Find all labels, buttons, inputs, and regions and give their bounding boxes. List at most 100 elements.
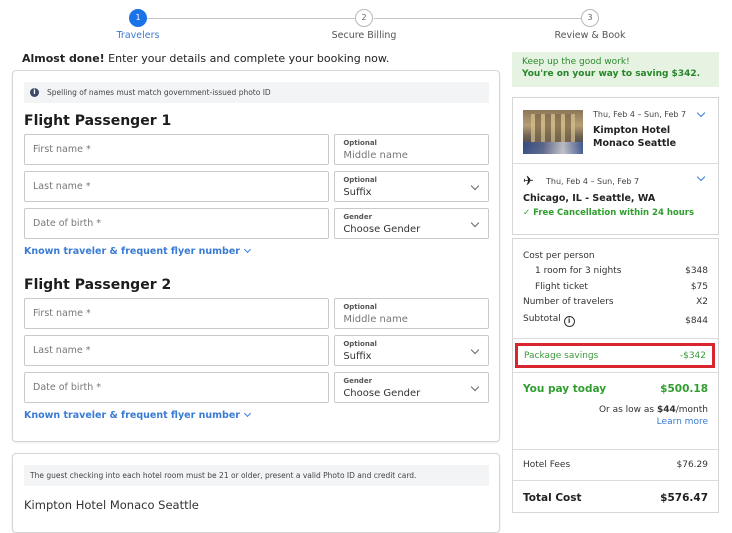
step-secure-billing[interactable]: 2 Secure Billing (304, 8, 424, 41)
suffix-value: Suffix (343, 187, 372, 198)
passenger-2-title: Flight Passenger 2 (24, 277, 172, 293)
first-name-placeholder: First name * (33, 144, 91, 155)
cost-per-person-row: Cost per person (523, 248, 708, 264)
chevron-down-icon (470, 181, 480, 191)
hotel-notice-text: The guest checking into each hotel room … (30, 471, 417, 480)
monthly-suffix: /month (675, 405, 708, 415)
flight-cost-label: Flight ticket (535, 281, 588, 292)
intro-text: Almost done! Enter your details and comp… (22, 52, 389, 65)
hotel-fees-row: Hotel Fees $76.29 (513, 450, 718, 481)
hotel-name-line-1: Kimpton Hotel (593, 125, 671, 136)
info-icon: i (30, 88, 39, 97)
travelers-label: Number of travelers (523, 297, 614, 308)
room-cost-value: $348 (685, 266, 708, 277)
progress-stepper: 1 Travelers 2 Secure Billing 3 Review & … (0, 8, 732, 44)
passenger-1-suffix-select[interactable]: Optional Suffix (334, 171, 489, 202)
passenger-details-card: i Spelling of names must match governmen… (12, 70, 500, 442)
hotel-name: Kimpton Hotel Monaco Seattle (24, 498, 199, 512)
step-travelers[interactable]: 1 Travelers (78, 8, 198, 41)
info-icon[interactable]: i (563, 316, 575, 328)
gender-value: Choose Gender (343, 224, 421, 235)
airplane-icon: ✈ (523, 174, 534, 189)
monthly-prefix: Or as low as (598, 405, 657, 415)
suffix-label: Optional (343, 340, 377, 348)
hotel-guest-card: The guest checking into each hotel room … (12, 453, 500, 533)
pay-today-row: You pay today $500.18 (523, 383, 708, 395)
flight-cost-value: $75 (690, 281, 708, 292)
known-traveler-text: Known traveler & frequent flyer number (24, 410, 240, 421)
cost-breakdown: Cost per person 1 room for 3 nights $348… (513, 239, 718, 339)
learn-more-link[interactable]: Learn more (523, 417, 708, 427)
passenger-1-first-name-input[interactable]: First name * (24, 134, 330, 165)
last-name-placeholder: Last name * (33, 345, 91, 356)
promo-line-1: Keep up the good work! (522, 57, 630, 67)
middle-name-label: Optional (343, 139, 377, 147)
pay-today-value: $500.18 (660, 383, 708, 395)
savings-promo-banner: Keep up the good work! You're on your wa… (512, 52, 719, 87)
hotel-image (523, 110, 583, 154)
hotel-expand-chevron-icon[interactable] (696, 108, 706, 118)
chevron-down-icon (243, 409, 252, 418)
gender-label: Gender (343, 377, 373, 385)
step-label: Secure Billing (331, 30, 397, 41)
total-cost-label: Total Cost (523, 491, 582, 504)
step-review-book[interactable]: 3 Review & Book (530, 8, 650, 41)
hotel-fees-label: Hotel Fees (523, 460, 571, 470)
package-savings-value: -$342 (679, 350, 706, 361)
flight-route: Chicago, IL - Seattle, WA (523, 193, 656, 204)
passenger-1-gender-select[interactable]: Gender Choose Gender (334, 208, 489, 239)
step-number: 2 (355, 9, 373, 27)
step-number: 1 (129, 9, 147, 27)
passenger-2-suffix-select[interactable]: Optional Suffix (334, 335, 489, 366)
flight-dates: Thu, Feb 4 – Sun, Feb 7 (546, 177, 640, 186)
passenger-2-last-name-input[interactable]: Last name * (24, 335, 330, 366)
hotel-name-line-2: Monaco Seattle (593, 138, 677, 149)
passenger-1-last-name-input[interactable]: Last name * (24, 171, 330, 202)
passenger-1-known-traveler-link[interactable]: Known traveler & frequent flyer number (24, 245, 499, 257)
middle-name-label: Optional (343, 303, 377, 311)
step-number: 3 (581, 9, 599, 27)
total-cost-value: $576.47 (660, 491, 708, 504)
intro-body: Enter your details and complete your boo… (104, 52, 390, 65)
passenger-2-dob-input[interactable]: Date of birth * (24, 372, 330, 403)
hotel-fees-value: $76.29 (676, 460, 709, 470)
passenger-2-gender-select[interactable]: Gender Choose Gender (334, 372, 489, 403)
promo-line-2: You're on your way to saving $342. (522, 69, 701, 79)
trip-summary-card: Thu, Feb 4 – Sun, Feb 7 Kimpton Hotel Mo… (512, 97, 719, 235)
flight-expand-chevron-icon[interactable] (696, 172, 706, 182)
chevron-down-icon (243, 245, 252, 254)
monthly-amount: $44 (656, 405, 676, 415)
gender-label: Gender (343, 213, 373, 221)
travelers-row: Number of travelers X2 (523, 295, 708, 311)
checkmark-icon: ✓ (523, 208, 531, 218)
passenger-1-middle-name-input[interactable]: Optional Middle name (334, 134, 489, 165)
cost-per-person-label: Cost per person (523, 250, 595, 261)
dob-placeholder: Date of birth * (33, 382, 101, 393)
notice-text: Spelling of names must match government-… (47, 88, 271, 97)
hotel-age-notice: The guest checking into each hotel room … (24, 465, 489, 486)
hotel-dates: Thu, Feb 4 – Sun, Feb 7 (593, 110, 687, 119)
passenger-2-middle-name-input[interactable]: Optional Middle name (334, 298, 489, 329)
package-savings-highlight: Package savings -$342 (515, 343, 715, 368)
hotel-summary: Thu, Feb 4 – Sun, Feb 7 Kimpton Hotel Mo… (513, 98, 718, 164)
suffix-value: Suffix (343, 351, 372, 362)
middle-name-placeholder: Middle name (343, 314, 408, 325)
subtotal-value: $844 (685, 315, 708, 326)
passenger-2-known-traveler-link[interactable]: Known traveler & frequent flyer number (24, 409, 499, 421)
intro-bold: Almost done! (22, 52, 105, 65)
middle-name-placeholder: Middle name (343, 150, 408, 161)
monthly-payment: Or as low as $44/month (523, 405, 708, 415)
room-cost-label: 1 room for 3 nights (535, 266, 622, 277)
suffix-label: Optional (343, 176, 377, 184)
chevron-down-icon (470, 382, 480, 392)
name-spelling-notice: i Spelling of names must match governmen… (24, 82, 489, 103)
travelers-value: X2 (696, 297, 708, 308)
known-traveler-text: Known traveler & frequent flyer number (24, 246, 240, 257)
chevron-down-icon (470, 218, 480, 228)
passenger-2-first-name-input[interactable]: First name * (24, 298, 330, 329)
step-label: Travelers (116, 30, 160, 41)
passenger-1-dob-input[interactable]: Date of birth * (24, 208, 330, 239)
subtotal-row: Subtotal i $844 (523, 313, 708, 329)
package-savings-label: Package savings (524, 350, 599, 361)
flight-cost-row: Flight ticket $75 (523, 279, 708, 295)
